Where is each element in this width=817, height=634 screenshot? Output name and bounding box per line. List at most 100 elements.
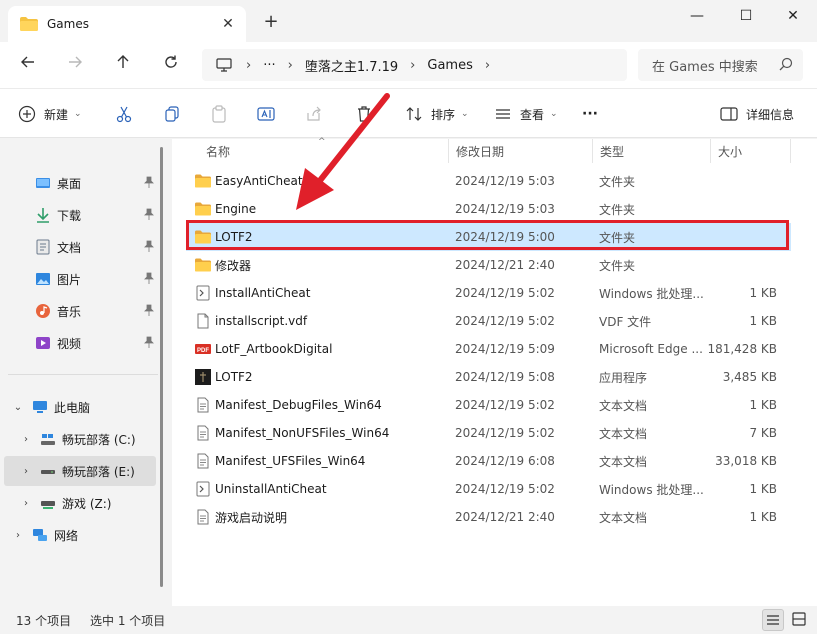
breadcrumb-item[interactable]: 堕落之主1.7.19 bbox=[305, 56, 398, 75]
file-list: 名称 ^ 修改日期 类型 大小 EasyAntiCheat 2024/12/19 … bbox=[172, 137, 817, 606]
cut-button[interactable] bbox=[115, 103, 141, 125]
sidebar-item-drive-e[interactable]: › 畅玩部落 (E:) bbox=[4, 456, 156, 486]
share-button[interactable] bbox=[305, 103, 331, 125]
chevron-right-icon[interactable]: › bbox=[20, 466, 32, 477]
file-date: 2024/12/19 5:02 bbox=[455, 398, 555, 412]
maximize-button[interactable]: ☐ bbox=[723, 5, 769, 27]
windows-drive-icon bbox=[41, 434, 55, 445]
sidebar-item-desktop[interactable]: 桌面 bbox=[0, 168, 158, 198]
text-file-icon bbox=[194, 453, 212, 469]
address-bar[interactable]: › ··· › 堕落之主1.7.19 › Games › bbox=[202, 49, 627, 81]
sidebar-item-label: 视频 bbox=[57, 336, 82, 351]
sidebar-item-videos[interactable]: 视频 bbox=[0, 328, 158, 358]
tiles-view-button[interactable] bbox=[789, 609, 811, 631]
navigation-pane: 桌面 下载 文档 图片 音乐 视频 ⌄ 此电脑 › 畅玩部落 (C:) › 畅玩… bbox=[0, 139, 171, 606]
file-row[interactable]: PDF LotF_ArtbookDigital 2024/12/19 5:09 Mic… bbox=[186, 335, 791, 363]
details-pane-button[interactable]: 详细信息 bbox=[720, 103, 794, 125]
pin-icon bbox=[144, 336, 154, 348]
file-date: 2024/12/19 5:02 bbox=[455, 314, 555, 328]
file-date: 2024/12/19 5:02 bbox=[455, 426, 555, 440]
file-row[interactable]: Manifest_NonUFSFiles_Win64 2024/12/19 5:0… bbox=[186, 419, 791, 447]
file-row[interactable]: Engine 2024/12/19 5:03 文件夹 bbox=[186, 195, 791, 223]
sidebar-scrollbar[interactable] bbox=[160, 147, 163, 587]
file-row[interactable]: UninstallAntiCheat 2024/12/19 5:02 Windows… bbox=[186, 475, 791, 503]
file-date: 2024/12/19 5:02 bbox=[455, 286, 555, 300]
search-input[interactable]: 在 Games 中搜索 bbox=[638, 49, 803, 81]
file-name-cell: installscript.vdf bbox=[194, 313, 307, 329]
minimize-button[interactable]: — bbox=[674, 5, 720, 27]
sidebar-item-pictures[interactable]: 图片 bbox=[0, 264, 158, 294]
column-header-type[interactable]: 类型 bbox=[592, 139, 710, 163]
tab-title: Games bbox=[47, 17, 89, 31]
file-row[interactable]: 修改器 2024/12/21 2:40 文件夹 bbox=[186, 251, 791, 279]
plus-circle-icon bbox=[18, 105, 36, 123]
chevron-down-icon[interactable]: ⌄ bbox=[12, 402, 24, 413]
file-type: 文本文档 bbox=[599, 426, 648, 441]
file-row[interactable]: LOTF2 2024/12/19 5:08 应用程序 3,485 KB bbox=[186, 363, 791, 391]
chevron-right-icon[interactable]: › bbox=[20, 498, 32, 509]
file-row[interactable]: InstallAntiCheat 2024/12/19 5:02 Windows 批… bbox=[186, 279, 791, 307]
chevron-right-icon: › bbox=[246, 57, 252, 73]
file-row[interactable]: 游戏启动说明 2024/12/21 2:40 文本文档 1 KB bbox=[186, 503, 791, 531]
column-divider[interactable] bbox=[790, 139, 791, 163]
paste-button[interactable] bbox=[210, 103, 236, 125]
sort-ascending-icon: ^ bbox=[318, 137, 326, 147]
title-bar: Games ✕ + — ☐ ✕ bbox=[0, 0, 817, 42]
folder-icon bbox=[20, 17, 38, 31]
column-header-size[interactable]: 大小 bbox=[710, 139, 790, 163]
file-row[interactable]: Manifest_DebugFiles_Win64 2024/12/19 5:02… bbox=[186, 391, 791, 419]
file-name: Engine bbox=[215, 202, 257, 216]
pin-icon bbox=[144, 272, 154, 284]
file-row[interactable]: Manifest_UFSFiles_Win64 2024/12/19 6:08 文本… bbox=[186, 447, 791, 475]
sidebar-item-music[interactable]: 音乐 bbox=[0, 296, 158, 326]
file-name-cell: LOTF2 bbox=[194, 369, 253, 385]
file-date: 2024/12/19 5:03 bbox=[455, 202, 555, 216]
delete-button[interactable] bbox=[355, 103, 381, 125]
up-button[interactable] bbox=[112, 54, 134, 76]
more-options-button[interactable]: ··· bbox=[582, 103, 598, 125]
file-row[interactable]: installscript.vdf 2024/12/19 5:02 VDF 文件 1 … bbox=[186, 307, 791, 335]
trash-icon bbox=[358, 106, 370, 122]
search-icon bbox=[779, 57, 793, 71]
scissors-icon bbox=[116, 106, 132, 123]
back-arrow-icon bbox=[21, 56, 34, 68]
sidebar-item-drive-z[interactable]: › 游戏 (Z:) bbox=[0, 488, 158, 518]
sidebar-item-drive-c[interactable]: › 畅玩部落 (C:) bbox=[0, 424, 158, 454]
sidebar-item-documents[interactable]: 文档 bbox=[0, 232, 158, 262]
folder-icon bbox=[194, 173, 212, 189]
file-name: 修改器 bbox=[215, 258, 252, 273]
pin-icon bbox=[144, 208, 154, 220]
file-size: 7 KB bbox=[749, 426, 777, 440]
refresh-button[interactable] bbox=[160, 54, 182, 76]
close-button[interactable]: ✕ bbox=[770, 5, 816, 27]
new-button[interactable]: 新建 ⌄ bbox=[18, 103, 82, 125]
sort-button[interactable]: 排序 ⌄ bbox=[405, 103, 469, 125]
chevron-right-icon[interactable]: › bbox=[20, 434, 32, 445]
file-list-scrollbar[interactable] bbox=[809, 139, 815, 606]
drive-icon bbox=[41, 470, 55, 474]
tab-games[interactable]: Games ✕ bbox=[8, 6, 246, 42]
file-name: Manifest_DebugFiles_Win64 bbox=[215, 398, 382, 412]
breadcrumb-ellipsis[interactable]: ··· bbox=[263, 58, 275, 73]
details-view-button[interactable] bbox=[762, 609, 784, 631]
new-tab-button[interactable]: + bbox=[262, 13, 280, 31]
file-name: InstallAntiCheat bbox=[215, 286, 311, 300]
forward-button[interactable] bbox=[64, 54, 86, 76]
view-button[interactable]: 查看 ⌄ bbox=[494, 103, 558, 125]
chevron-down-icon: ⌄ bbox=[550, 109, 558, 119]
file-date: 2024/12/19 6:08 bbox=[455, 454, 555, 468]
file-size: 1 KB bbox=[749, 314, 777, 328]
sidebar-item-this-pc[interactable]: ⌄ 此电脑 bbox=[0, 392, 158, 422]
sidebar-item-network[interactable]: › 网络 bbox=[0, 520, 158, 550]
chevron-right-icon[interactable]: › bbox=[12, 530, 24, 541]
sidebar-item-downloads[interactable]: 下载 bbox=[0, 200, 158, 230]
breadcrumb-item[interactable]: Games bbox=[427, 58, 472, 73]
back-button[interactable] bbox=[17, 54, 39, 76]
column-header-date[interactable]: 修改日期 bbox=[448, 139, 592, 163]
copy-button[interactable] bbox=[163, 103, 189, 125]
tab-close-icon[interactable]: ✕ bbox=[220, 16, 236, 32]
tiles-view-icon bbox=[792, 612, 806, 626]
file-type: 文本文档 bbox=[599, 510, 648, 525]
rename-button[interactable] bbox=[257, 103, 283, 125]
file-row[interactable]: EasyAntiCheat 2024/12/19 5:03 文件夹 bbox=[186, 167, 791, 195]
